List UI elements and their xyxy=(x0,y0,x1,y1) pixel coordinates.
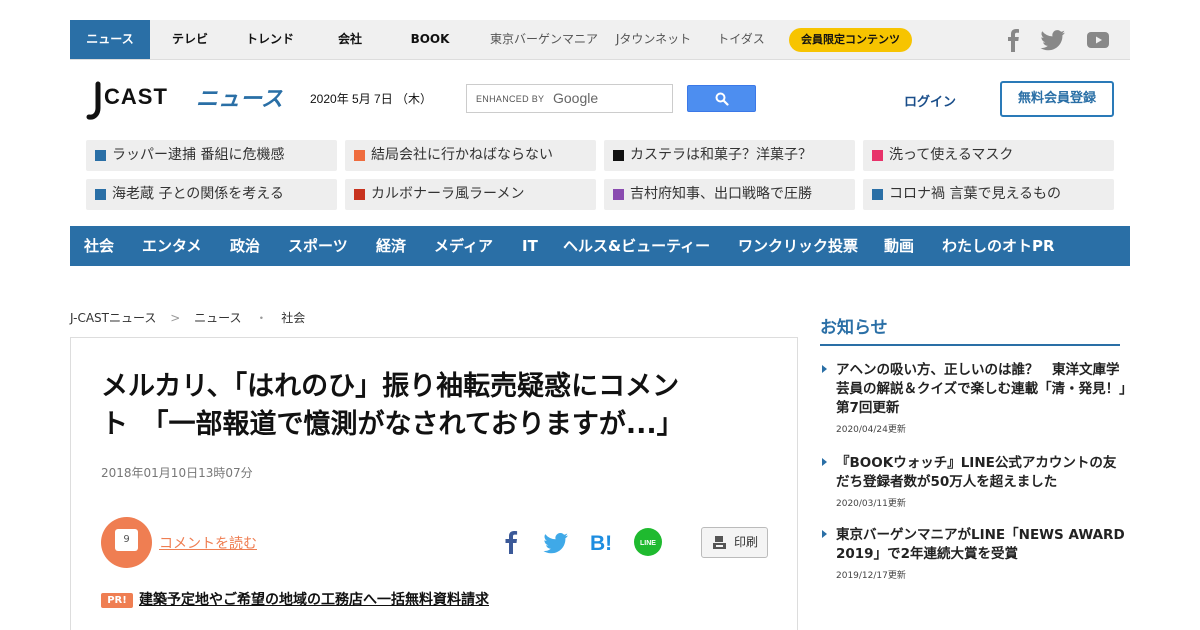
jcast-news-logo[interactable]: CAST ニュース xyxy=(84,80,284,124)
sidebar-title-underline xyxy=(820,344,1120,346)
headline-line-1: メルカリ、「はれのひ」振り袖転売疑惑にコメン xyxy=(101,371,680,402)
tag-label: カルボナーラ風ラーメン xyxy=(371,186,525,202)
tag-color-square xyxy=(354,189,365,200)
notice-date: 2019/12/17更新 xyxy=(836,571,906,581)
svg-text:B!: B! xyxy=(590,532,612,555)
category-sports[interactable]: スポーツ xyxy=(288,226,348,266)
pr-badge: PR! xyxy=(101,593,133,608)
hatena-icon[interactable]: B! xyxy=(587,527,617,557)
category-video[interactable]: 動画 xyxy=(884,226,914,266)
notice-item[interactable]: 東京バーゲンマニアがLINE「NEWS AWARD 2019」で2年連続大賞を受… xyxy=(822,526,1126,581)
current-date: 2020年 5月 7日 （木） xyxy=(310,92,433,106)
print-button[interactable]: 印刷 xyxy=(701,527,768,558)
tag-label: カステラは和菓子？洋菓子？ xyxy=(630,147,812,163)
notice-text[interactable]: 東京バーゲンマニアがLINE「NEWS AWARD 2019」で2年連続大賞を受… xyxy=(836,526,1126,564)
pr-ad-link[interactable]: 建築予定地やご希望の地域の工務店へ一括無料資料請求 xyxy=(139,589,489,609)
facebook-icon[interactable] xyxy=(496,527,526,557)
tag-label: 海老蔵 子との関係を考える xyxy=(112,186,284,202)
search-enhanced-label: ENHANCED BY xyxy=(476,94,545,104)
topnav-book[interactable]: BOOK xyxy=(390,20,470,59)
facebook-icon[interactable] xyxy=(1004,28,1024,52)
topnav-company[interactable]: 会社 xyxy=(310,20,390,59)
breadcrumb: J-CASTニュース > ニュース ・ 社会 xyxy=(70,309,315,326)
tag-label: 吉村府知事、出口戦略で圧勝 xyxy=(630,186,812,202)
top-navigation: ニュース テレビ トレンド 会社 BOOK 東京バーゲンマニア Jタウンネット … xyxy=(70,20,1130,60)
breadcrumb-society[interactable]: 社会 xyxy=(281,311,305,325)
comment-icon[interactable]: 9 xyxy=(101,517,152,568)
tag-label: コロナ禍 言葉で見えるもの xyxy=(889,186,1062,202)
category-health-beauty[interactable]: ヘルス&ビューティー xyxy=(563,226,710,266)
line-icon[interactable]: LINE xyxy=(633,527,663,557)
search-input[interactable]: ENHANCED BY Google xyxy=(466,84,673,113)
sidebar-notice-title: お知らせ xyxy=(820,318,888,338)
topnav-toidas[interactable]: トイダス xyxy=(706,20,776,59)
category-it[interactable]: IT xyxy=(522,226,538,266)
tag-color-square xyxy=(872,150,883,161)
twitter-icon[interactable] xyxy=(541,527,571,557)
trending-tag[interactable]: 洗って使えるマスク xyxy=(863,140,1114,171)
read-comments-link[interactable]: コメントを読む xyxy=(159,533,257,553)
category-navigation: 社会 エンタメ 政治 スポーツ 経済 メディア IT ヘルス&ビューティー ワン… xyxy=(70,226,1130,266)
tag-color-square xyxy=(95,150,106,161)
tag-color-square xyxy=(95,189,106,200)
svg-text:LINE: LINE xyxy=(640,540,656,547)
login-link[interactable]: ログイン xyxy=(904,91,956,110)
trending-tag[interactable]: カルボナーラ風ラーメン xyxy=(345,179,596,210)
category-economy[interactable]: 経済 xyxy=(376,226,406,266)
arrow-right-icon xyxy=(822,458,827,466)
tag-color-square xyxy=(354,150,365,161)
print-icon xyxy=(713,536,726,549)
topnav-trend[interactable]: トレンド xyxy=(230,20,310,59)
notice-text[interactable]: アヘンの吸い方、正しいのは誰？ 東洋文庫学芸員の解説＆クイズで楽しむ連載「清・発… xyxy=(836,361,1126,418)
topnav-news[interactable]: ニュース xyxy=(70,20,150,59)
category-watashi-no-oto-pr[interactable]: わたしのオトPR xyxy=(942,226,1055,266)
trending-tag[interactable]: ラッパー逮捕 番組に危機感 xyxy=(86,140,337,171)
topnav-bargain-mania[interactable]: 東京バーゲンマニア xyxy=(474,20,614,59)
comment-count: 9 xyxy=(115,529,138,551)
notice-item[interactable]: 『BOOKウォッチ』LINE公式アカウントの友だち登録者数が50万人を超えました… xyxy=(822,454,1126,509)
headline-line-2: ト 「一部報道で憶測がなされておりますが...」 xyxy=(101,409,684,440)
twitter-icon[interactable] xyxy=(1040,28,1066,52)
category-society[interactable]: 社会 xyxy=(84,226,114,266)
svg-text:ニュース: ニュース xyxy=(196,87,283,112)
register-button[interactable]: 無料会員登録 xyxy=(1000,81,1114,117)
notice-date: 2020/04/24更新 xyxy=(836,425,906,435)
tag-label: ラッパー逮捕 番組に危機感 xyxy=(112,147,285,163)
topnav-tv[interactable]: テレビ xyxy=(150,20,230,59)
search-button[interactable] xyxy=(687,85,756,112)
breadcrumb-news[interactable]: ニュース xyxy=(194,311,241,325)
article-card: メルカリ、「はれのひ」振り袖転売疑惑にコメン ト 「一部報道で憶測がなされており… xyxy=(70,337,798,630)
tag-label: 洗って使えるマスク xyxy=(889,147,1014,163)
arrow-right-icon xyxy=(822,365,827,373)
topnav-jtown[interactable]: Jタウンネット xyxy=(606,20,701,59)
notice-text[interactable]: 『BOOKウォッチ』LINE公式アカウントの友だち登録者数が50万人を超えました xyxy=(836,454,1126,492)
trending-tag[interactable]: 海老蔵 子との関係を考える xyxy=(86,179,337,210)
category-media[interactable]: メディア xyxy=(434,226,493,266)
svg-text:CAST: CAST xyxy=(104,84,168,109)
member-content-badge[interactable]: 会員限定コンテンツ xyxy=(789,28,912,52)
breadcrumb-home[interactable]: J-CASTニュース xyxy=(70,311,156,325)
search-google-label: Google xyxy=(553,90,599,106)
category-politics[interactable]: 政治 xyxy=(230,226,260,266)
breadcrumb-separator: > xyxy=(170,311,181,325)
trending-tag[interactable]: コロナ禍 言葉で見えるもの xyxy=(863,179,1114,210)
trending-tag[interactable]: 吉村府知事、出口戦略で圧勝 xyxy=(604,179,855,210)
article-headline: メルカリ、「はれのひ」振り袖転売疑惑にコメン ト 「一部報道で憶測がなされており… xyxy=(101,368,751,444)
arrow-right-icon xyxy=(822,530,827,538)
search-icon xyxy=(715,92,729,106)
breadcrumb-separator: ・ xyxy=(255,311,268,325)
notice-date: 2020/03/11更新 xyxy=(836,499,906,509)
category-one-click-vote[interactable]: ワンクリック投票 xyxy=(738,226,858,266)
notice-item[interactable]: アヘンの吸い方、正しいのは誰？ 東洋文庫学芸員の解説＆クイズで楽しむ連載「清・発… xyxy=(822,361,1126,435)
category-entertainment[interactable]: エンタメ xyxy=(142,226,202,266)
tag-color-square xyxy=(613,150,624,161)
youtube-icon[interactable] xyxy=(1086,28,1110,52)
tag-color-square xyxy=(872,189,883,200)
article-publish-date: 2018年01月10日13時07分 xyxy=(101,466,253,480)
print-label: 印刷 xyxy=(734,535,759,549)
trending-tag[interactable]: カステラは和菓子？洋菓子？ xyxy=(604,140,855,171)
tag-label: 結局会社に行かねばならない xyxy=(371,147,553,163)
trending-tag[interactable]: 結局会社に行かねばならない xyxy=(345,140,596,171)
tag-color-square xyxy=(613,189,624,200)
